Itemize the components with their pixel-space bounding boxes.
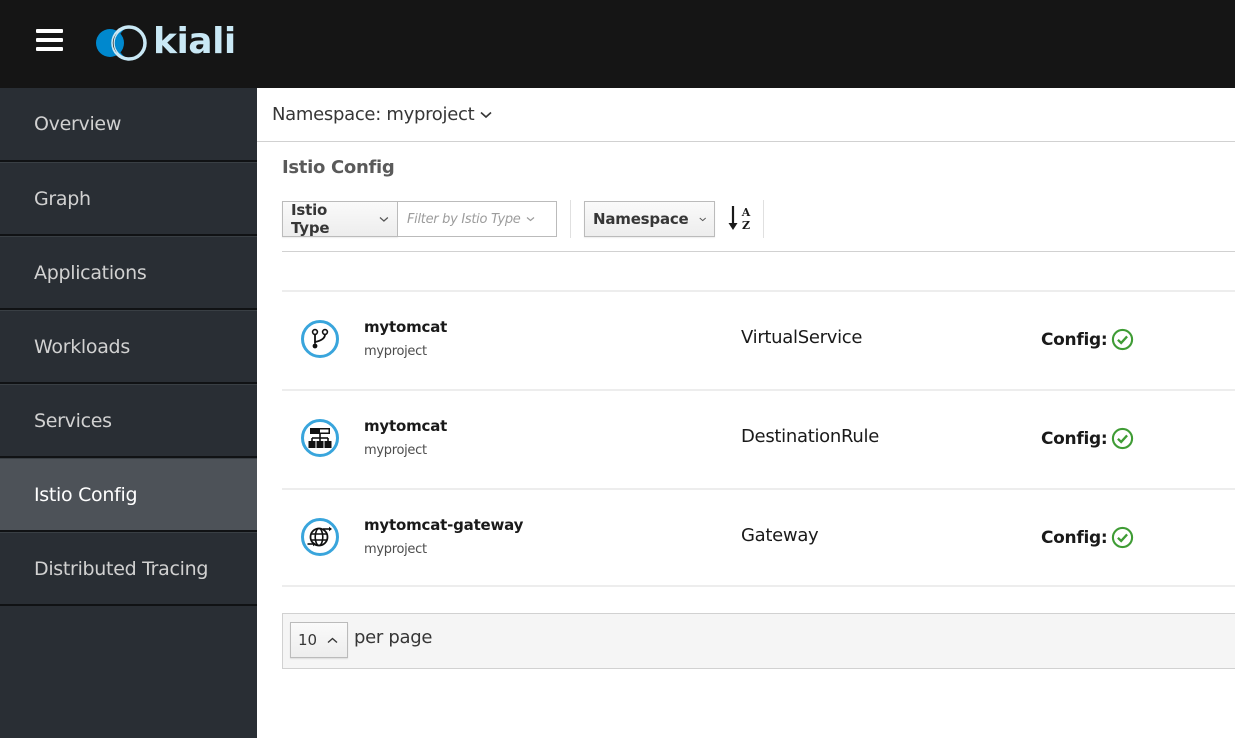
- chevron-down-icon: [698, 217, 706, 221]
- sidebar-item-label: Distributed Tracing: [34, 557, 209, 580]
- sort-field-label: Namespace: [593, 210, 689, 228]
- config-namespace: myproject: [364, 443, 427, 458]
- sidebar-item-services[interactable]: Services: [0, 384, 257, 458]
- sidebar-item-label: Workloads: [34, 335, 130, 358]
- config-namespace: myproject: [364, 542, 427, 557]
- page-title: Istio Config: [282, 157, 395, 178]
- config-type: VirtualService: [741, 327, 863, 348]
- brand-name: kiali: [153, 20, 236, 62]
- namespace-dropdown-label: Namespace: myproject: [272, 104, 475, 125]
- istio-type-filter-label: Istio Type: [291, 201, 330, 237]
- config-name-link[interactable]: mytomcat: [364, 318, 447, 336]
- check-circle-icon: [1112, 427, 1134, 450]
- per-page-value: 10: [298, 631, 318, 649]
- per-page-label: per page: [354, 627, 433, 648]
- config-status-label: Config:: [1041, 329, 1108, 350]
- config-type: Gateway: [741, 525, 819, 546]
- sort-alpha-asc-icon[interactable]: A Z: [728, 203, 754, 235]
- sidebar-item-workloads[interactable]: Workloads: [0, 310, 257, 384]
- config-status: Config:: [1041, 526, 1134, 549]
- chevron-down-icon: [526, 217, 534, 222]
- hamburger-menu-icon[interactable]: [36, 29, 63, 51]
- kiali-logo[interactable]: kiali: [93, 20, 236, 64]
- sort-letter-a: A: [741, 206, 751, 219]
- sidebar-item-overview[interactable]: Overview: [0, 88, 257, 162]
- sidebar-item-graph[interactable]: Graph: [0, 162, 257, 236]
- config-name-link[interactable]: mytomcat: [364, 417, 447, 435]
- sidebar-item-label: Istio Config: [34, 483, 138, 506]
- sidebar-item-label: Graph: [34, 187, 91, 210]
- config-status-label: Config:: [1041, 428, 1108, 449]
- sidebar-item-label: Overview: [34, 113, 122, 135]
- filter-placeholder: Filter by Istio Type: [407, 211, 521, 227]
- sort-field-dropdown[interactable]: Namespace: [584, 201, 715, 237]
- config-name-link[interactable]: mytomcat-gateway: [364, 516, 523, 534]
- gateway-icon: [301, 518, 339, 556]
- list-item[interactable]: mytomcat myproject DestinationRule Confi…: [282, 389, 1235, 488]
- per-page-dropdown[interactable]: 10: [290, 622, 348, 658]
- config-namespace: myproject: [364, 344, 427, 359]
- config-status: Config:: [1041, 328, 1134, 351]
- main-content: Namespace: myproject Istio Config Istio …: [257, 88, 1235, 738]
- sidebar-nav: Overview Graph Applications Workloads Se…: [0, 88, 257, 738]
- toolbar-divider: [763, 200, 764, 238]
- list-item[interactable]: mytomcat-gateway myproject Gateway Confi…: [282, 488, 1235, 587]
- sidebar-item-label: Applications: [34, 261, 147, 284]
- sidebar-item-distributed-tracing[interactable]: Distributed Tracing: [0, 532, 257, 606]
- masthead: kiali: [0, 0, 1235, 88]
- toolbar-divider: [570, 200, 571, 238]
- filter-toolbar: Istio Type Filter by Istio Type Namespac…: [282, 200, 1235, 252]
- sidebar-item-istio-config[interactable]: Istio Config: [0, 458, 257, 532]
- sidebar-item-label: Services: [34, 409, 112, 432]
- config-type: DestinationRule: [741, 426, 879, 447]
- chevron-up-icon: [327, 637, 338, 643]
- check-circle-icon: [1112, 328, 1134, 351]
- chevron-down-icon: [379, 216, 389, 222]
- istio-config-list: mytomcat myproject VirtualService Config…: [282, 290, 1235, 587]
- list-item[interactable]: mytomcat myproject VirtualService Config…: [282, 290, 1235, 389]
- namespace-bar: Namespace: myproject: [257, 88, 1235, 142]
- istio-type-filter-select[interactable]: Filter by Istio Type: [398, 201, 557, 237]
- istio-type-filter-dropdown[interactable]: Istio Type: [282, 201, 398, 237]
- namespace-dropdown[interactable]: Namespace: myproject: [272, 104, 492, 125]
- pagination-bar: 10 per page: [282, 613, 1235, 669]
- check-circle-icon: [1112, 526, 1134, 549]
- virtual-service-icon: [301, 320, 339, 358]
- chevron-down-icon: [480, 111, 492, 118]
- destination-rule-icon: [301, 419, 339, 457]
- sidebar-item-applications[interactable]: Applications: [0, 236, 257, 310]
- sort-letter-z: Z: [742, 219, 750, 232]
- kiali-logo-icon: [93, 23, 151, 63]
- config-status-label: Config:: [1041, 527, 1108, 548]
- config-status: Config:: [1041, 427, 1134, 450]
